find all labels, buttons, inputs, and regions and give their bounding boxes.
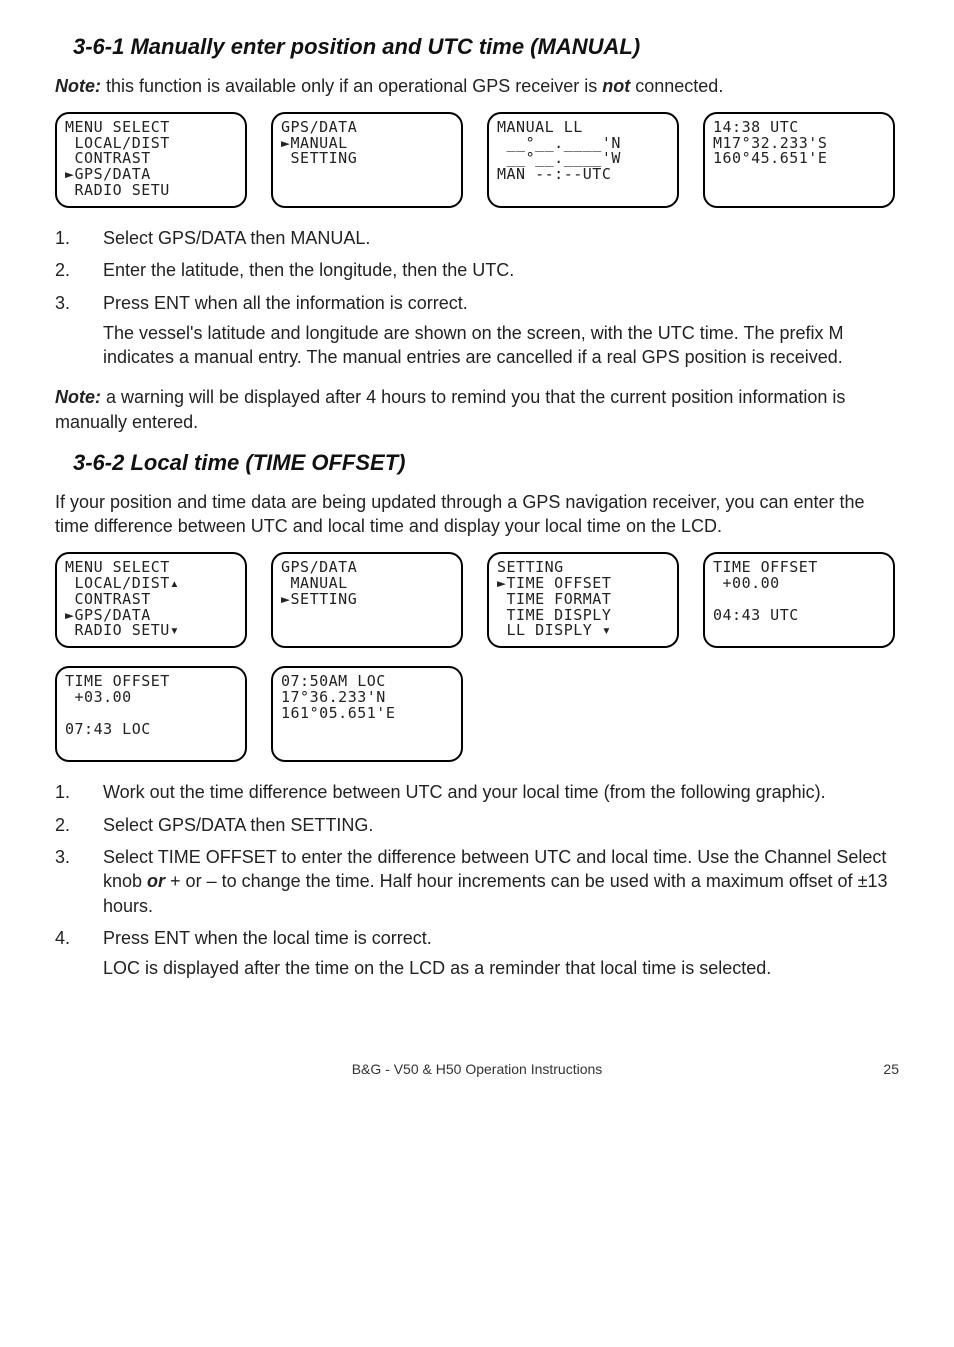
lcd-screen: TIME OFFSET +03.00 07:43 LOC <box>55 666 247 762</box>
step-1: Work out the time difference between UTC… <box>55 780 899 804</box>
lcd-row-362-a: MENU SELECT LOCAL/DIST▴ CONTRAST ►GPS/DA… <box>55 552 899 648</box>
note-3-6-1-2: Note: a warning will be displayed after … <box>55 385 899 434</box>
step-1: Select GPS/DATA then MANUAL. <box>55 226 899 250</box>
note-emph: not <box>602 76 630 96</box>
step-2: Select GPS/DATA then SETTING. <box>55 813 899 837</box>
note-text-1: this function is available only if an op… <box>101 76 602 96</box>
lcd-screen: MENU SELECT LOCAL/DIST▴ CONTRAST ►GPS/DA… <box>55 552 247 648</box>
note-label: Note: <box>55 76 101 96</box>
lcd-screen: MENU SELECT LOCAL/DIST CONTRAST ►GPS/DAT… <box>55 112 247 208</box>
intro-362: If your position and time data are being… <box>55 490 899 539</box>
step-4: Press ENT when the local time is correct… <box>55 926 899 981</box>
footer-page-number: 25 <box>883 1060 899 1079</box>
step-4-text: Press ENT when the local time is correct… <box>103 928 432 948</box>
step-3-sub: The vessel's latitude and longitude are … <box>103 321 899 370</box>
note-label: Note: <box>55 387 101 407</box>
lcd-screen: MANUAL LL __°__.____'N __°__.____'W MAN … <box>487 112 679 208</box>
lcd-row-362-b: TIME OFFSET +03.00 07:43 LOC 07:50AM LOC… <box>55 666 899 762</box>
lcd-screen: GPS/DATA MANUAL ►SETTING <box>271 552 463 648</box>
step-3: Select TIME OFFSET to enter the differen… <box>55 845 899 918</box>
lcd-row-361: MENU SELECT LOCAL/DIST CONTRAST ►GPS/DAT… <box>55 112 899 208</box>
page-footer: B&G - V50 & H50 Operation Instructions 2… <box>55 1060 899 1079</box>
heading-3-6-1: 3-6-1 Manually enter position and UTC ti… <box>73 32 899 62</box>
step-3b: + or – to change the time. Half hour inc… <box>103 871 887 915</box>
note2-text: a warning will be displayed after 4 hour… <box>55 387 845 431</box>
heading-3-6-2: 3-6-2 Local time (TIME OFFSET) <box>73 448 899 478</box>
step-3: Press ENT when all the information is co… <box>55 291 899 370</box>
lcd-screen: SETTING ►TIME OFFSET TIME FORMAT TIME DI… <box>487 552 679 648</box>
lcd-screen: 07:50AM LOC 17°36.233'N 161°05.651'E <box>271 666 463 762</box>
lcd-screen: GPS/DATA ►MANUAL SETTING <box>271 112 463 208</box>
lcd-screen: TIME OFFSET +00.00 04:43 UTC <box>703 552 895 648</box>
note-text-2: connected. <box>630 76 723 96</box>
steps-361: Select GPS/DATA then MANUAL. Enter the l… <box>55 226 899 369</box>
step-3-text: Press ENT when all the information is co… <box>103 293 468 313</box>
lcd-screen: 14:38 UTC M17°32.233'S 160°45.651'E <box>703 112 895 208</box>
note-3-6-1-1: Note: this function is available only if… <box>55 74 899 98</box>
step-4-sub: LOC is displayed after the time on the L… <box>103 956 899 980</box>
footer-center: B&G - V50 & H50 Operation Instructions <box>352 1060 603 1079</box>
steps-362: Work out the time difference between UTC… <box>55 780 899 980</box>
step-3-or: or <box>147 871 165 891</box>
step-2: Enter the latitude, then the longitude, … <box>55 258 899 282</box>
